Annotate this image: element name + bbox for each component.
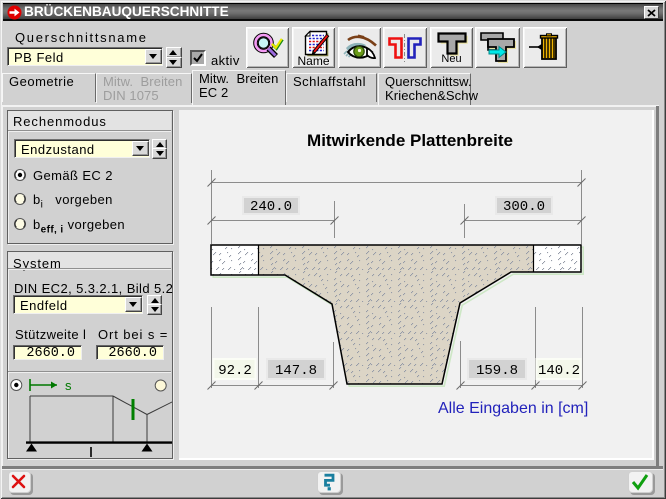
svg-text:300.0: 300.0 <box>503 199 545 215</box>
svg-text:240.0: 240.0 <box>250 199 292 215</box>
svg-text:140.2: 140.2 <box>538 363 580 379</box>
svg-text:159.8: 159.8 <box>476 363 518 379</box>
svg-text:92.2: 92.2 <box>218 363 252 379</box>
svg-text:s: s <box>65 378 72 393</box>
svg-text:147.8: 147.8 <box>275 363 317 379</box>
